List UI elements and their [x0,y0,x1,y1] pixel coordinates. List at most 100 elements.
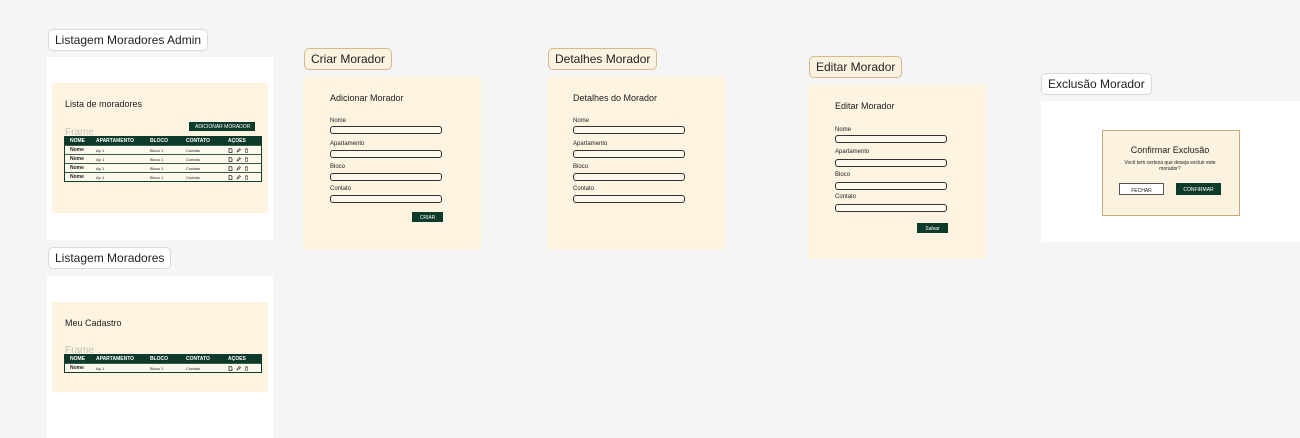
frame-label-edit[interactable]: Editar Morador [809,56,903,78]
edit-contato-input[interactable] [835,204,947,212]
edit-pencil-icon[interactable] [236,156,241,162]
col-header-acoes: AÇÕES [228,356,246,362]
cell-contato: Contato [186,165,201,171]
row-actions [224,365,258,371]
frame-label-user-list[interactable]: Listagem Moradores [48,247,172,269]
cell-contato: Contato [186,365,201,371]
cell-apartamento: Ap 1 [96,165,105,171]
table-row: Nome Ap 1 Bloco 1 Contato [65,163,261,172]
details-bloco-field [573,173,685,181]
details-nome-field [573,126,685,134]
edit-bloco-input[interactable] [835,182,947,190]
cell-nome: Nome [70,165,84,171]
cell-nome: Nome [70,156,84,162]
cell-nome: Nome [70,174,84,180]
add-resident-button[interactable]: ADICIONAR MORADOR [189,122,255,131]
delete-trash-icon[interactable] [244,165,249,171]
create-submit-button[interactable]: CRIAR [412,212,443,222]
create-apartamento-input[interactable] [330,150,442,158]
view-document-icon[interactable] [228,165,233,171]
create-bloco-input[interactable] [330,173,442,181]
col-header-apartamento: APARTAMENTO [96,356,135,362]
edit-save-button[interactable]: Salvar [917,223,948,233]
create-title: Adicionar Morador [330,93,404,103]
edit-pencil-icon[interactable] [236,365,241,371]
col-header-bloco: BLOCO [150,356,169,362]
edit-pencil-icon[interactable] [236,165,241,171]
confirm-delete-message: Você tem certeza que deseja excluir este… [1124,160,1216,172]
table-header: NOME APARTAMENTO BLOCO CONTATO AÇÕES [65,137,261,145]
details-field-label-apartamento: Apartamento [573,141,608,147]
cell-contato: Contato [186,174,201,180]
confirm-delete-dialog [1102,130,1240,216]
create-contato-input[interactable] [330,195,442,203]
cell-nome: Nome [70,365,84,371]
create-field-label-nome: Nome [330,118,347,124]
cell-apartamento: Ap 1 [96,365,105,371]
cell-contato: Contato [186,156,201,162]
close-button[interactable]: FECHAR [1119,183,1164,195]
edit-nome-input[interactable] [835,135,947,143]
col-header-acoes: AÇÕES [228,138,246,144]
cell-contato: Contato [186,147,201,153]
cell-bloco: Bloco 1 [150,147,164,153]
table-row: Nome Ap 1 Bloco 1 Contato [65,154,261,163]
edit-apartamento-input[interactable] [835,159,947,167]
frame-label-details[interactable]: Detalhes Morador [548,48,658,70]
delete-trash-icon[interactable] [244,174,249,180]
admin-residents-table: NOME APARTAMENTO BLOCO CONTATO AÇÕES Nom… [64,136,262,182]
details-field-label-bloco: Bloco [573,164,589,170]
my-record-table: NOME APARTAMENTO BLOCO CONTATO AÇÕES Nom… [64,354,262,373]
delete-trash-icon[interactable] [244,156,249,162]
admin-list-title: Lista de moradores [65,99,143,109]
details-apartamento-field [573,150,685,158]
cell-bloco: Bloco 1 [150,174,164,180]
details-contato-field [573,195,685,203]
edit-pencil-icon[interactable] [236,174,241,180]
cell-bloco: Bloco 1 [150,165,164,171]
delete-trash-icon[interactable] [244,147,249,153]
details-field-label-nome: Nome [573,118,590,124]
cell-apartamento: Ap 1 [96,147,105,153]
table-row: Nome Ap 1 Bloco 1 Contato [65,363,261,372]
confirm-delete-button[interactable]: CONFIRMAR [1176,183,1221,195]
view-document-icon[interactable] [228,174,233,180]
view-document-icon[interactable] [228,147,233,153]
table-row: Nome Ap 1 Bloco 1 Contato [65,172,261,181]
user-list-title: Meu Cadastro [65,318,122,328]
col-header-contato: CONTATO [186,138,210,144]
table-row: Nome Ap 1 Bloco 1 Contato [65,145,261,154]
table-header: NOME APARTAMENTO BLOCO CONTATO AÇÕES [65,355,261,363]
delete-trash-icon[interactable] [244,365,249,371]
edit-field-label-bloco: Bloco [835,172,851,178]
cell-apartamento: Ap 1 [96,174,105,180]
row-actions [224,174,258,180]
row-actions [224,147,258,153]
edit-pencil-icon[interactable] [236,147,241,153]
col-header-nome: NOME [70,138,85,144]
col-header-nome: NOME [70,356,85,362]
col-header-bloco: BLOCO [150,138,169,144]
details-field-label-contato: Contato [573,186,595,192]
frame-label-admin-list[interactable]: Listagem Moradores Admin [48,29,209,51]
col-header-contato: CONTATO [186,356,210,362]
create-field-label-apartamento: Apartamento [330,141,365,147]
row-actions [224,156,258,162]
edit-field-label-nome: Nome [835,127,852,133]
cell-bloco: Bloco 1 [150,156,164,162]
create-field-label-bloco: Bloco [330,164,346,170]
cell-apartamento: Ap 1 [96,156,105,162]
cell-bloco: Bloco 1 [150,365,164,371]
details-title: Detalhes do Morador [573,93,658,103]
frame-label-delete[interactable]: Exclusão Morador [1041,73,1152,95]
frame-label-create[interactable]: Criar Morador [304,48,393,70]
view-document-icon[interactable] [228,156,233,162]
create-field-label-contato: Contato [330,186,352,192]
col-header-apartamento: APARTAMENTO [96,138,135,144]
edit-field-label-contato: Contato [835,194,857,200]
view-document-icon[interactable] [228,365,233,371]
confirm-delete-title: Confirmar Exclusão [1130,145,1210,155]
cell-nome: Nome [70,147,84,153]
row-actions [224,165,258,171]
create-nome-input[interactable] [330,126,442,134]
